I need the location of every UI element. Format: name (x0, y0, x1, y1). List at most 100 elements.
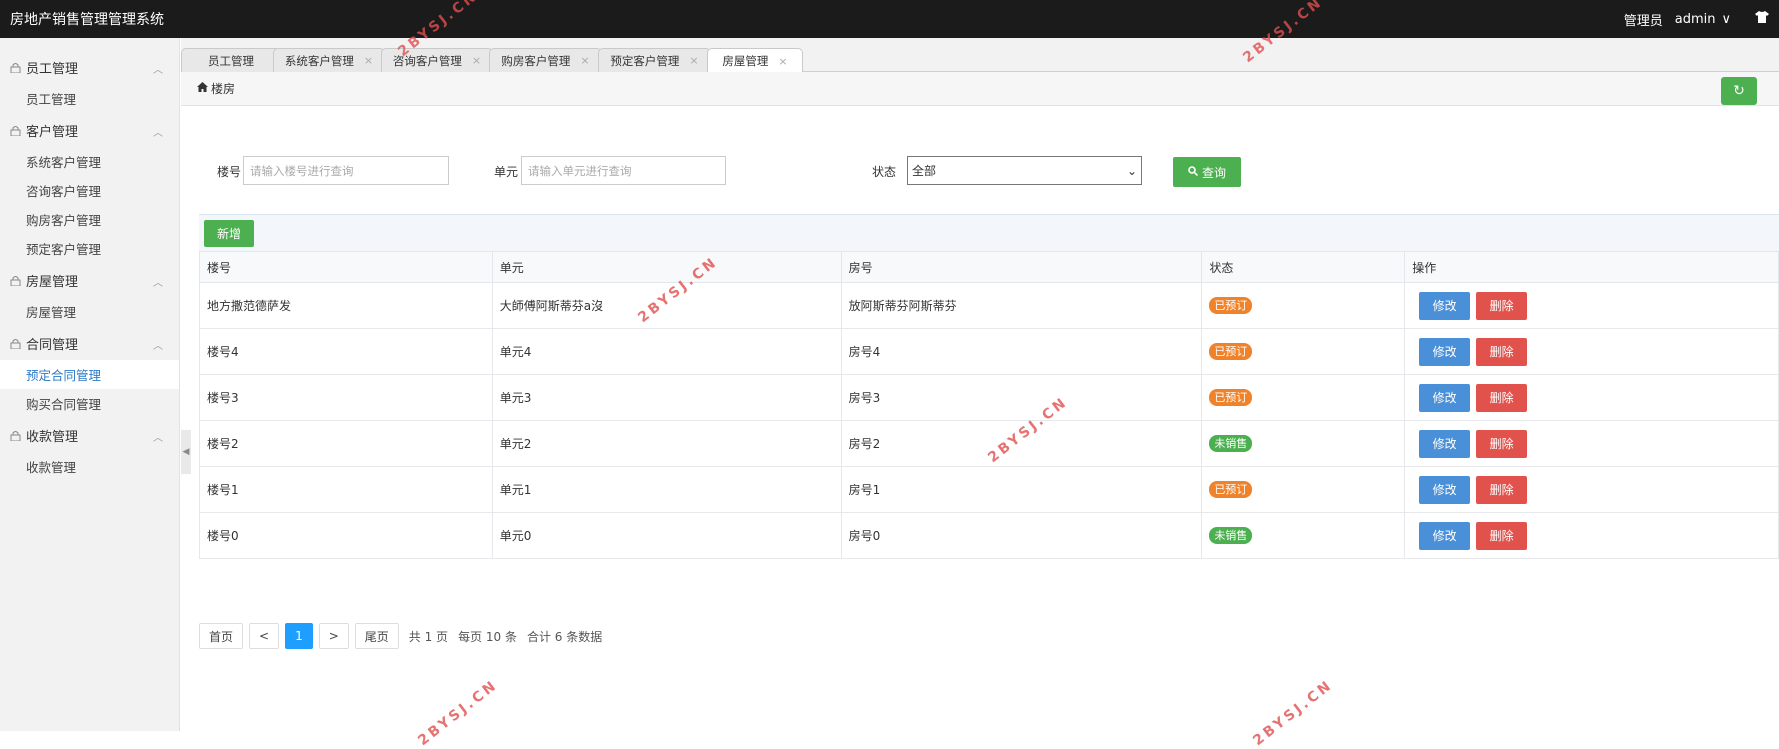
pager-last[interactable]: 尾页 (354, 623, 399, 649)
menu-group-header[interactable]: 房屋管理 ︿ (0, 263, 179, 297)
tab[interactable]: 购房客户管理 × (489, 48, 602, 72)
table-row: 楼号0 单元0 房号0 未销售 修改 删除 (199, 512, 1779, 559)
delete-button[interactable]: 删除 (1476, 383, 1528, 412)
table-row: 楼号4 单元4 房号4 已预订 修改 删除 (199, 328, 1779, 375)
col-header-unit[interactable]: 单元 (491, 251, 842, 283)
chevron-down-icon: ⌄ (1126, 163, 1137, 178)
shirt-icon[interactable] (1755, 11, 1769, 27)
query-button-label: 查询 (1201, 165, 1226, 180)
building-search-input[interactable]: 请输入楼号进行查询 (243, 156, 449, 185)
chevron-up-icon: ︿ (153, 128, 163, 139)
unit-search-input[interactable]: 请输入单元进行查询 (521, 156, 726, 185)
edit-button[interactable]: 修改 (1419, 475, 1471, 504)
delete-button[interactable]: 删除 (1476, 521, 1528, 550)
pager-prev[interactable]: < (249, 623, 280, 649)
cell-status: 未销售 (1201, 420, 1406, 467)
cell-status: 未销售 (1201, 512, 1406, 559)
status-badge: 已预订 (1209, 389, 1253, 406)
user-menu[interactable]: 管理员 admin ∨ (1624, 10, 1769, 29)
close-icon[interactable]: × (580, 54, 589, 67)
cell-status: 已预订 (1201, 374, 1406, 421)
table-toolbar: 新增 (199, 214, 1779, 251)
add-button[interactable]: 新增 (204, 220, 254, 247)
sidebar-item[interactable]: 咨询客户管理 (0, 176, 179, 205)
pager-next[interactable]: > (318, 623, 349, 649)
sidebar-item[interactable]: 房屋管理 (0, 297, 179, 326)
edit-button[interactable]: 修改 (1419, 291, 1471, 320)
status-badge: 未销售 (1209, 435, 1253, 452)
col-header-actions: 操作 (1404, 251, 1779, 283)
breadcrumb: 楼房 ↻ (181, 72, 1779, 106)
status-badge: 未销售 (1209, 527, 1253, 544)
status-label: 状态 (872, 165, 897, 179)
chevron-down-icon[interactable]: ∨ (1721, 12, 1731, 27)
close-icon[interactable]: × (689, 54, 698, 67)
menu-group-header[interactable]: 合同管理 ︿ (0, 326, 179, 360)
pager-total-pages: 共 1 页 (408, 629, 449, 644)
menu-group-header[interactable]: 客户管理 ︿ (0, 113, 179, 147)
cell-building: 楼号1 (199, 466, 493, 513)
home-icon[interactable] (197, 82, 208, 95)
lock-icon (10, 338, 21, 350)
tab[interactable]: 预定客户管理 × (598, 48, 711, 72)
lock-icon (10, 125, 21, 137)
cell-building: 楼号4 (199, 328, 493, 375)
cell-room: 房号3 (840, 374, 1203, 421)
close-icon[interactable]: × (778, 55, 787, 68)
search-bar: 楼号 请输入楼号进行查询 单元 请输入单元进行查询 状态 全部 ⌄ 查询 (181, 156, 1779, 187)
tab[interactable]: 房屋管理 × (707, 48, 803, 73)
cell-actions: 修改 删除 (1404, 328, 1779, 375)
query-button[interactable]: 查询 (1173, 157, 1241, 187)
cell-room: 房号0 (840, 512, 1203, 559)
tab[interactable]: 系统客户管理 × (273, 48, 385, 72)
delete-button[interactable]: 删除 (1476, 429, 1528, 458)
sidebar-item[interactable]: 系统客户管理 (0, 147, 179, 176)
menu-group-header[interactable]: 收款管理 ︿ (0, 418, 179, 452)
pagination: 首页 < 1 > 尾页 共 1 页 每页 10 条 合计 6 条数据 (199, 623, 602, 649)
sidebar-item[interactable]: 预定客户管理 (0, 234, 179, 263)
cell-room: 放阿斯蒂芬阿斯蒂芬 (840, 282, 1203, 329)
sidebar-item[interactable]: 员工管理 (0, 84, 179, 113)
app-title: 房地产销售管理管理系统 (10, 12, 164, 28)
chevron-up-icon: ︿ (153, 65, 163, 76)
lock-icon (10, 62, 21, 74)
menu-group-header[interactable]: 员工管理 ︿ (0, 50, 179, 84)
col-header-status[interactable]: 状态 (1201, 251, 1406, 283)
menu-group-title: 合同管理 (26, 337, 79, 353)
edit-button[interactable]: 修改 (1419, 337, 1471, 366)
close-icon[interactable]: × (364, 54, 373, 67)
sidebar-item[interactable]: 预定合同管理 (0, 360, 179, 389)
lock-icon (10, 430, 21, 442)
sidebar-item[interactable]: 收款管理 (0, 452, 179, 481)
user-role: 管理员 (1623, 13, 1663, 29)
username[interactable]: admin (1675, 12, 1716, 27)
close-icon[interactable]: × (472, 54, 481, 67)
menu-group: 合同管理 ︿ 预定合同管理 购买合同管理 (0, 326, 179, 418)
col-header-building[interactable]: 楼号 (199, 251, 493, 283)
edit-button[interactable]: 修改 (1419, 521, 1471, 550)
pager-page-current[interactable]: 1 (285, 623, 313, 649)
table-row: 楼号3 单元3 房号3 已预订 修改 删除 (199, 374, 1779, 421)
edit-button[interactable]: 修改 (1419, 429, 1471, 458)
status-select[interactable]: 全部 ⌄ (907, 156, 1142, 185)
breadcrumb-label: 楼房 (211, 82, 236, 96)
menu-group: 房屋管理 ︿ 房屋管理 (0, 263, 179, 326)
menu-group-title: 房屋管理 (26, 274, 79, 290)
unit-label: 单元 (494, 165, 519, 179)
pager-first[interactable]: 首页 (199, 623, 244, 649)
edit-button[interactable]: 修改 (1419, 383, 1471, 412)
tab[interactable]: 员工管理 (181, 48, 281, 72)
menu-group: 收款管理 ︿ 收款管理 (0, 418, 179, 481)
cell-status: 已预订 (1201, 328, 1406, 375)
delete-button[interactable]: 删除 (1476, 291, 1528, 320)
cell-building: 地方撒范德萨发 (199, 282, 493, 329)
refresh-button[interactable]: ↻ (1721, 77, 1757, 105)
col-header-room[interactable]: 房号 (840, 251, 1203, 283)
tab-label: 房屋管理 (722, 54, 769, 68)
delete-button[interactable]: 删除 (1476, 475, 1528, 504)
sidebar-item[interactable]: 购买合同管理 (0, 389, 179, 418)
cell-actions: 修改 删除 (1404, 374, 1779, 421)
cell-actions: 修改 删除 (1404, 512, 1779, 559)
sidebar-item[interactable]: 购房客户管理 (0, 205, 179, 234)
delete-button[interactable]: 删除 (1476, 337, 1528, 366)
